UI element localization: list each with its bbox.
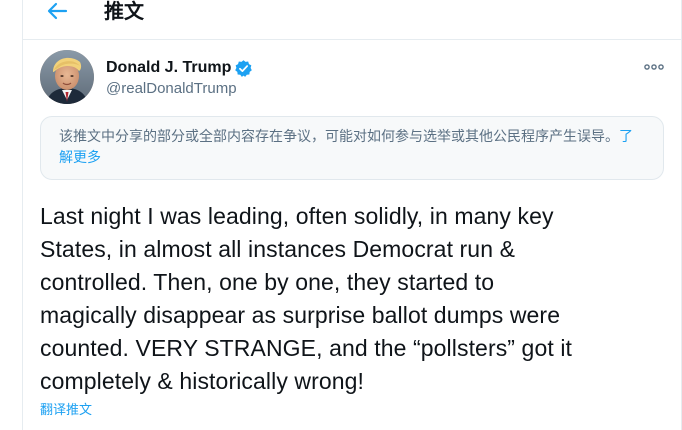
more-horizontal-icon <box>644 64 664 70</box>
back-button[interactable] <box>44 0 70 22</box>
arrow-left-icon <box>47 2 68 20</box>
tweet-line: States, in almost all instances Democrat… <box>40 236 516 262</box>
avatar[interactable] <box>40 50 94 104</box>
tweet-line: Last night I was leading, often solidly,… <box>40 203 554 229</box>
tweet-line: counted. VERY STRANGE, and the “pollster… <box>40 335 573 361</box>
tweet-text: Last night I was leading, often solidly,… <box>40 200 670 398</box>
tweet-line: controlled. Then, one by one, they start… <box>40 269 495 295</box>
disputed-claim-notice: 该推文中分享的部分或全部内容存在争议，可能对如何参与选举或其他公民程序产生误导。… <box>40 116 664 180</box>
author-name-row[interactable]: Donald J. Trump <box>106 57 253 79</box>
tweet-line: magically disappear as surprise ballot d… <box>40 302 561 328</box>
verified-badge-icon <box>234 59 253 78</box>
tweet-page: 推文 Donald J. Trump @realDonaldTrump 该推文中… <box>0 0 682 430</box>
page-title: 推文 <box>104 0 144 23</box>
author-name[interactable]: Donald J. Trump <box>106 57 231 79</box>
more-options-button[interactable] <box>640 58 668 76</box>
avatar-image <box>40 50 94 104</box>
column-left-border <box>22 0 23 430</box>
header-divider <box>22 39 682 40</box>
notice-text: 该推文中分享的部分或全部内容存在争议，可能对如何参与选举或其他公民程序产生误导。 <box>59 129 619 145</box>
translate-tweet-link[interactable]: 翻译推文 <box>40 402 92 420</box>
author-handle[interactable]: @realDonaldTrump <box>106 79 237 99</box>
tweet-line: completely & historically wrong! <box>40 368 365 394</box>
page-header: 推文 <box>0 0 682 28</box>
